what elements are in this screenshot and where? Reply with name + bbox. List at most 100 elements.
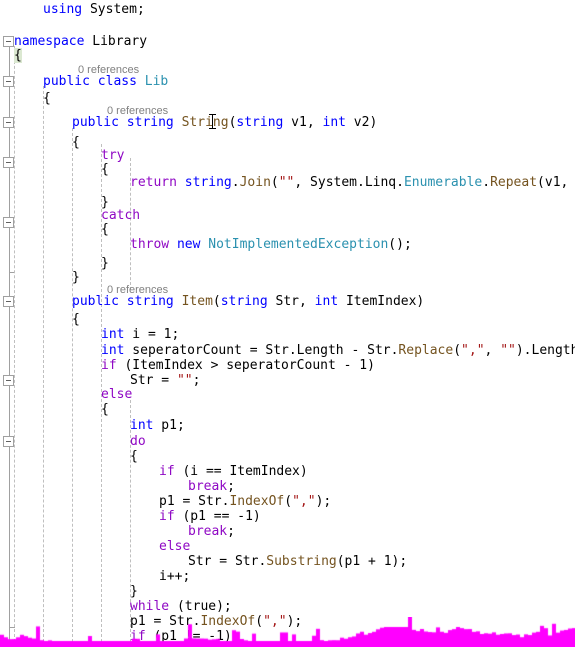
code-token: Library — [84, 34, 148, 49]
code-line[interactable]: } — [72, 268, 80, 288]
code-line[interactable]: using System; — [43, 0, 145, 20]
code-token: "" — [278, 175, 295, 190]
code-token: int — [101, 327, 125, 342]
code-token: (); — [388, 237, 412, 252]
code-token: } — [72, 270, 80, 285]
code-token: int — [322, 115, 346, 130]
code-token: Item — [181, 294, 213, 309]
code-line[interactable]: else — [159, 537, 190, 557]
code-token: . — [231, 175, 240, 190]
code-token: Join — [239, 175, 271, 190]
code-token: { — [43, 91, 51, 106]
code-token: ( — [212, 294, 221, 309]
code-token: String — [181, 115, 229, 130]
code-token: (v1, v2)); — [537, 175, 569, 190]
code-line[interactable]: { — [14, 46, 22, 66]
code-token: throw — [130, 237, 170, 252]
code-token: ; — [136, 2, 145, 17]
code-token: "," — [461, 343, 485, 358]
code-token: Repeat — [490, 175, 538, 190]
code-token: int — [130, 418, 154, 433]
code-token: ( — [284, 494, 293, 509]
code-line[interactable]: { — [101, 160, 109, 180]
code-token: { — [101, 222, 109, 237]
code-token: class — [97, 74, 137, 89]
code-token: Replace — [398, 343, 454, 358]
code-line[interactable]: { — [101, 220, 109, 240]
code-line[interactable]: { — [72, 310, 80, 330]
code-token: else — [159, 539, 191, 554]
code-token: namespace — [14, 34, 85, 49]
code-token: new — [176, 237, 201, 252]
code-line[interactable]: i++; — [159, 567, 190, 587]
code-token: string — [184, 175, 232, 190]
code-token: v2) — [345, 115, 378, 130]
code-line[interactable]: Str = ""; — [130, 371, 200, 391]
code-token: string — [220, 294, 268, 309]
matched-brace-highlight: { — [14, 48, 22, 63]
code-token: ).Length; — [515, 343, 575, 358]
code-line[interactable]: public class Lib — [43, 72, 168, 92]
code-token: , — [484, 343, 501, 358]
code-token: "," — [263, 614, 287, 629]
code-line[interactable]: if (p1 != -1) — [130, 627, 232, 647]
code-token: ; — [227, 524, 235, 539]
code-token: ( — [255, 614, 264, 629]
code-token: if — [159, 464, 175, 479]
code-token: (p1 != -1) — [145, 629, 232, 644]
code-token: } — [101, 256, 109, 271]
code-line[interactable]: throw new NotImplementedException(); — [130, 235, 412, 255]
code-token: i = 1; — [124, 327, 180, 342]
code-line[interactable]: } — [101, 254, 109, 274]
i-beam-cursor — [209, 113, 216, 130]
code-token: "," — [292, 494, 316, 509]
code-token: public — [72, 115, 119, 130]
code-token: ; — [192, 373, 201, 388]
code-token: ); — [315, 494, 332, 509]
code-line[interactable]: public string Item(string Str, int ItemI… — [72, 292, 424, 312]
code-line[interactable]: Str = Str.Substring(p1 + 1); — [188, 552, 407, 572]
code-text-area[interactable]: 0 references 0 references 0 references usin… — [0, 0, 575, 647]
code-token: if — [130, 629, 146, 644]
code-line[interactable]: namespace Library — [14, 32, 147, 52]
code-token: { — [101, 402, 109, 417]
code-token: "" — [500, 343, 516, 358]
code-token: v1, — [283, 115, 323, 130]
code-token: Str = Str. — [188, 554, 267, 569]
code-token: { — [72, 135, 80, 150]
code-token: Str = — [130, 373, 177, 388]
code-token: ( — [453, 343, 462, 358]
code-line[interactable]: { — [130, 447, 138, 467]
code-token: public — [43, 74, 90, 89]
code-token: Lib — [144, 74, 169, 89]
code-line[interactable]: { — [101, 400, 109, 420]
code-token: return — [130, 175, 177, 190]
code-token: using — [43, 2, 83, 17]
code-token: public — [72, 294, 119, 309]
code-token: int — [314, 294, 339, 309]
code-token: if — [101, 358, 117, 373]
code-line[interactable]: { — [72, 133, 80, 153]
code-editor-surface[interactable]: 0 references 0 references 0 references usin… — [0, 0, 575, 647]
code-line[interactable]: break; — [188, 522, 235, 542]
code-line[interactable]: { — [43, 89, 51, 109]
code-token: if — [159, 509, 175, 524]
code-token: ItemIndex) — [338, 294, 425, 309]
code-token: string — [236, 115, 284, 130]
code-token: p1; — [153, 418, 185, 433]
code-token: Enumerable — [403, 175, 483, 190]
code-token: System — [89, 2, 137, 17]
code-token: Str, — [267, 294, 315, 309]
code-token: "" — [176, 373, 193, 388]
code-line[interactable]: return string.Join("", System.Linq.Enume… — [130, 173, 575, 193]
code-line[interactable]: public string String(string v1, int v2) — [72, 113, 377, 133]
